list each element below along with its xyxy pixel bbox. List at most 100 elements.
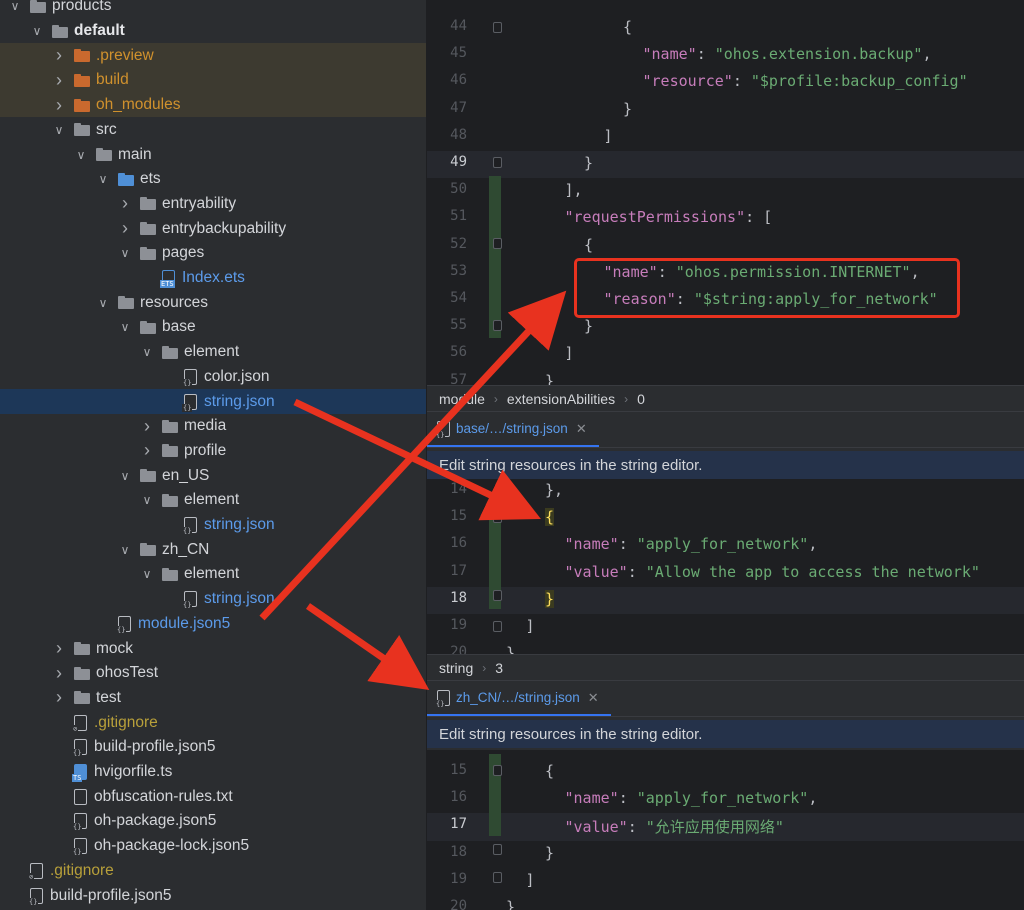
code-line[interactable]: } xyxy=(545,844,554,862)
chevron-down-icon[interactable]: ∨ xyxy=(74,148,88,162)
tree-file-row[interactable]: {} build-profile.json5 xyxy=(0,883,426,908)
tree-folder-row[interactable]: › oh_modules xyxy=(0,92,426,118)
zh-cn-string-json-editor[interactable]: 15 {16 "name": "apply_for_network", 17 "valu… xyxy=(427,750,1024,910)
tree-file-row[interactable]: {} color.json xyxy=(0,365,426,390)
tree-folder-row[interactable]: ∨ zh_CN xyxy=(0,537,426,562)
chevron-right-icon[interactable]: › xyxy=(52,70,66,91)
tree-file-row[interactable]: TS hvigorfile.ts xyxy=(0,760,426,785)
breadcrumb-item[interactable]: extensionAbilities xyxy=(507,391,615,407)
breadcrumb-item[interactable]: 3 xyxy=(495,660,503,676)
code-line[interactable]: "name": "ohos.permission.INTERNET", xyxy=(604,263,920,281)
code-line[interactable]: { xyxy=(623,18,632,36)
chevron-down-icon[interactable]: ∨ xyxy=(118,543,132,557)
chevron-down-icon[interactable]: ∨ xyxy=(118,469,132,483)
chevron-right-icon[interactable]: › xyxy=(52,95,66,116)
chevron-down-icon[interactable]: ∨ xyxy=(118,246,132,260)
tree-folder-row[interactable]: ∨ products xyxy=(0,0,426,19)
code-line[interactable]: } xyxy=(584,154,593,172)
tree-folder-row[interactable]: › ohosTest xyxy=(0,661,426,686)
code-line[interactable]: "value": "Allow the app to access the ne… xyxy=(565,563,980,581)
tree-folder-row[interactable]: › media xyxy=(0,414,426,439)
fold-icon[interactable] xyxy=(493,872,502,883)
fold-icon[interactable] xyxy=(493,590,502,601)
tree-folder-row[interactable]: › test xyxy=(0,686,426,711)
tree-folder-row[interactable]: ∨ src xyxy=(0,118,426,143)
close-icon[interactable]: ✕ xyxy=(576,421,587,437)
fold-icon[interactable] xyxy=(493,621,502,632)
code-line[interactable]: { xyxy=(545,508,555,527)
chevron-down-icon[interactable]: ∨ xyxy=(118,320,132,334)
tab-zh-cn-string-json[interactable]: {} zh_CN/…/string.json ✕ xyxy=(427,681,611,716)
code-line[interactable]: { xyxy=(545,762,554,780)
tree-file-row[interactable]: {} module.json5 xyxy=(0,612,426,637)
code-line[interactable]: ], xyxy=(565,181,583,199)
chevron-right-icon[interactable]: › xyxy=(118,193,132,214)
code-line[interactable]: "value": "允许应用使用网络" xyxy=(565,816,784,837)
code-line[interactable]: "name": "apply_for_network", xyxy=(565,535,818,553)
tree-folder-row[interactable]: ∨ default xyxy=(0,19,426,44)
fold-icon[interactable] xyxy=(493,238,502,249)
fold-icon[interactable] xyxy=(493,512,502,523)
chevron-right-icon[interactable]: › xyxy=(52,663,66,684)
code-line[interactable]: ] xyxy=(526,871,535,889)
tree-folder-row[interactable]: › mock xyxy=(0,636,426,661)
tree-folder-row[interactable]: ∨ base xyxy=(0,315,426,340)
tree-file-row[interactable]: {} string.json xyxy=(0,513,426,538)
chevron-down-icon[interactable]: ∨ xyxy=(8,0,22,13)
code-line[interactable]: ] xyxy=(604,127,613,145)
tree-file-row[interactable]: ETS Index.ets xyxy=(0,266,426,291)
chevron-down-icon[interactable]: ∨ xyxy=(140,567,154,581)
tree-folder-row[interactable]: › entrybackupability xyxy=(0,216,426,241)
code-line[interactable]: }, xyxy=(545,481,563,499)
code-line[interactable]: "requestPermissions": [ xyxy=(565,208,773,226)
chevron-down-icon[interactable]: ∨ xyxy=(96,296,110,310)
vcs-change-marker[interactable] xyxy=(489,176,501,338)
chevron-right-icon[interactable]: › xyxy=(52,45,66,66)
tree-file-row[interactable]: {} string.json xyxy=(0,587,426,612)
base-string-json-editor[interactable]: 14}, 15 {16 "name": "apply_for_network", 17 "… xyxy=(427,479,1024,654)
fold-icon[interactable] xyxy=(493,22,502,33)
tree-folder-row[interactable]: ∨ element xyxy=(0,340,426,365)
tab-base-string-json[interactable]: {} base/…/string.json ✕ xyxy=(427,412,599,447)
chevron-right-icon[interactable]: › xyxy=(52,638,66,659)
tree-folder-row[interactable]: › .preview xyxy=(0,43,426,69)
tree-file-row[interactable]: {} build-profile.json5 xyxy=(0,735,426,760)
tree-file-row[interactable]: {} oh-package.json5 xyxy=(0,809,426,834)
code-line[interactable]: ] xyxy=(565,344,574,362)
close-icon[interactable]: ✕ xyxy=(588,690,599,706)
code-line[interactable]: "reason": "$string:apply_for_network" xyxy=(604,290,938,308)
tree-folder-row[interactable]: ∨ element xyxy=(0,562,426,587)
code-line[interactable]: } xyxy=(545,589,555,608)
tree-folder-row[interactable]: ∨ en_US xyxy=(0,463,426,488)
tree-folder-row[interactable]: › build xyxy=(0,68,426,93)
string-editor-banner[interactable]: Edit string resources in the string edit… xyxy=(427,720,1024,748)
tree-folder-row[interactable]: › profile xyxy=(0,439,426,464)
code-line[interactable]: { xyxy=(584,236,593,254)
string-editor-banner[interactable]: Edit string resources in the string edit… xyxy=(427,451,1024,479)
chevron-down-icon[interactable]: ∨ xyxy=(96,172,110,186)
code-line[interactable]: } xyxy=(623,100,632,118)
code-line[interactable]: } xyxy=(506,898,515,910)
breadcrumb-item[interactable]: 0 xyxy=(637,391,645,407)
chevron-down-icon[interactable]: ∨ xyxy=(140,493,154,507)
chevron-right-icon[interactable]: › xyxy=(52,687,66,708)
chevron-down-icon[interactable]: ∨ xyxy=(30,24,44,38)
fold-icon[interactable] xyxy=(493,157,502,168)
tree-file-row[interactable]: ⊘ .gitignore xyxy=(0,859,426,884)
code-line[interactable]: } xyxy=(584,317,593,335)
tree-folder-row[interactable]: ∨ pages xyxy=(0,241,426,266)
module-json5-editor[interactable]: 44 {45 "name": "ohos.extension.backup", 46 "… xyxy=(427,0,1024,385)
tree-folder-row[interactable]: ∨ resources xyxy=(0,290,426,315)
chevron-right-icon[interactable]: › xyxy=(140,416,154,437)
tree-folder-row[interactable]: ∨ element xyxy=(0,488,426,513)
code-line[interactable]: "name": "ohos.extension.backup", xyxy=(643,45,932,63)
fold-icon[interactable] xyxy=(493,844,502,855)
tree-folder-row[interactable]: ∨ main xyxy=(0,142,426,167)
tree-folder-row[interactable]: ∨ ets xyxy=(0,167,426,192)
chevron-right-icon[interactable]: › xyxy=(118,218,132,239)
tree-file-row[interactable]: {} string.json xyxy=(0,389,426,414)
tree-file-row[interactable]: {} oh-package-lock.json5 xyxy=(0,834,426,859)
code-line[interactable]: } xyxy=(545,372,554,385)
code-line[interactable]: "name": "apply_for_network", xyxy=(565,789,818,807)
code-line[interactable]: ] xyxy=(526,617,535,635)
